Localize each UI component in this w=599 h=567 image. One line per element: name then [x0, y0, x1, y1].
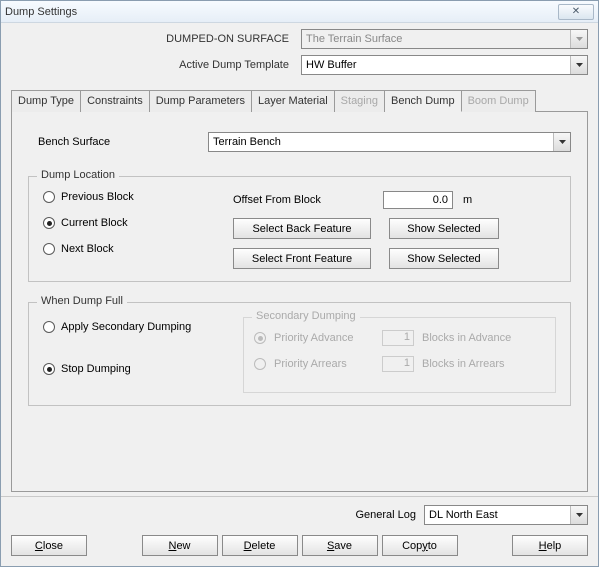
- dumped-surface-value: The Terrain Surface: [306, 33, 402, 45]
- stop-dumping-label: Stop Dumping: [61, 363, 131, 375]
- radio-icon: [43, 217, 55, 229]
- priority-advance-label: Priority Advance: [274, 332, 374, 344]
- previous-block-label: Previous Block: [61, 191, 134, 203]
- select-front-feature-button[interactable]: Select Front Feature: [233, 248, 371, 269]
- new-button[interactable]: New: [142, 535, 218, 556]
- chevron-down-icon[interactable]: [570, 56, 587, 74]
- button-row: Close New Delete Save Copy to Help: [11, 535, 588, 556]
- dump-location-legend: Dump Location: [37, 169, 119, 181]
- front-feature-row: Select Front Feature Show Selected: [233, 248, 556, 269]
- bottom-panel: General Log DL North East Close New Dele…: [1, 496, 598, 566]
- offset-unit: m: [463, 194, 481, 206]
- tab-dump-parameters[interactable]: Dump Parameters: [150, 90, 252, 112]
- radio-icon: [254, 358, 266, 370]
- tab-page-bench-dump: Bench Surface Terrain Bench Dump Locatio…: [11, 112, 588, 492]
- when-full-radio-group: Apply Secondary Dumping Stop Dumping: [43, 317, 243, 393]
- active-template-row: Active Dump Template HW Buffer: [11, 55, 588, 75]
- titlebar: Dump Settings ✕: [1, 1, 598, 23]
- help-button[interactable]: Help: [512, 535, 588, 556]
- dumped-surface-combo: The Terrain Surface: [301, 29, 588, 49]
- current-block-radio[interactable]: Current Block: [43, 217, 233, 229]
- advance-suffix: Blocks in Advance: [422, 332, 545, 344]
- arrears-count-input: 1: [382, 356, 414, 372]
- apply-secondary-radio[interactable]: Apply Secondary Dumping: [43, 321, 243, 333]
- active-template-combo[interactable]: HW Buffer: [301, 55, 588, 75]
- bench-surface-row: Bench Surface Terrain Bench: [28, 132, 571, 152]
- dump-location-fieldset: Dump Location Previous Block Current Blo…: [28, 176, 571, 282]
- bench-surface-label: Bench Surface: [28, 136, 208, 148]
- select-back-feature-button[interactable]: Select Back Feature: [233, 218, 371, 239]
- block-radio-group: Previous Block Current Block Next Block: [43, 191, 233, 269]
- back-feature-row: Select Back Feature Show Selected: [233, 218, 556, 239]
- save-button[interactable]: Save: [302, 535, 378, 556]
- show-selected-back-button[interactable]: Show Selected: [389, 218, 499, 239]
- radio-icon: [43, 243, 55, 255]
- active-template-label: Active Dump Template: [11, 59, 301, 71]
- chevron-down-icon[interactable]: [553, 133, 570, 151]
- close-button[interactable]: Close: [11, 535, 87, 556]
- dumped-surface-label: DUMPED-ON SURFACE: [11, 33, 301, 45]
- tab-staging: Staging: [335, 90, 385, 112]
- advance-count-input: 1: [382, 330, 414, 346]
- show-selected-front-button[interactable]: Show Selected: [389, 248, 499, 269]
- apply-secondary-label: Apply Secondary Dumping: [61, 321, 191, 333]
- bench-surface-combo[interactable]: Terrain Bench: [208, 132, 571, 152]
- general-log-row: General Log DL North East: [11, 505, 588, 525]
- chevron-down-icon[interactable]: [570, 506, 587, 524]
- radio-icon: [43, 321, 55, 333]
- next-block-radio[interactable]: Next Block: [43, 243, 233, 255]
- content-area: DUMPED-ON SURFACE The Terrain Surface Ac…: [1, 23, 598, 496]
- copy-to-button[interactable]: Copy to: [382, 535, 458, 556]
- window-close-button[interactable]: ✕: [558, 4, 594, 20]
- when-dump-full-fieldset: When Dump Full Apply Secondary Dumping S…: [28, 302, 571, 406]
- current-block-label: Current Block: [61, 217, 128, 229]
- priority-advance-radio: Priority Advance 1 Blocks in Advance: [254, 330, 545, 346]
- priority-arrears-label: Priority Arrears: [274, 358, 374, 370]
- window-title: Dump Settings: [5, 6, 558, 18]
- priority-arrears-radio: Priority Arrears 1 Blocks in Arrears: [254, 356, 545, 372]
- general-log-value: DL North East: [429, 509, 498, 521]
- radio-icon: [43, 363, 55, 375]
- when-dump-full-legend: When Dump Full: [37, 295, 127, 307]
- dump-settings-window: Dump Settings ✕ DUMPED-ON SURFACE The Te…: [0, 0, 599, 567]
- bench-surface-value: Terrain Bench: [213, 136, 281, 148]
- close-icon: ✕: [572, 6, 580, 17]
- next-block-label: Next Block: [61, 243, 114, 255]
- radio-icon: [43, 191, 55, 203]
- stop-dumping-radio[interactable]: Stop Dumping: [43, 363, 243, 375]
- previous-block-radio[interactable]: Previous Block: [43, 191, 233, 203]
- offset-input[interactable]: [383, 191, 453, 209]
- secondary-dumping-legend: Secondary Dumping: [252, 310, 360, 322]
- offset-row: Offset From Block m: [233, 191, 556, 209]
- tab-dump-type[interactable]: Dump Type: [11, 90, 81, 112]
- tabstrip: Dump Type Constraints Dump Parameters La…: [11, 89, 588, 112]
- radio-icon: [254, 332, 266, 344]
- offset-label: Offset From Block: [233, 194, 373, 206]
- arrears-suffix: Blocks in Arrears: [422, 358, 545, 370]
- general-log-label: General Log: [355, 509, 416, 521]
- active-template-value: HW Buffer: [306, 59, 357, 71]
- dumped-surface-row: DUMPED-ON SURFACE The Terrain Surface: [11, 29, 588, 49]
- tab-boom-dump: Boom Dump: [462, 90, 536, 112]
- tab-constraints[interactable]: Constraints: [81, 90, 150, 112]
- delete-button[interactable]: Delete: [222, 535, 298, 556]
- tab-bench-dump[interactable]: Bench Dump: [385, 90, 462, 112]
- secondary-dumping-fieldset: Secondary Dumping Priority Advance 1 Blo…: [243, 317, 556, 393]
- tab-layer-material[interactable]: Layer Material: [252, 90, 335, 112]
- general-log-combo[interactable]: DL North East: [424, 505, 588, 525]
- chevron-down-icon: [570, 30, 587, 48]
